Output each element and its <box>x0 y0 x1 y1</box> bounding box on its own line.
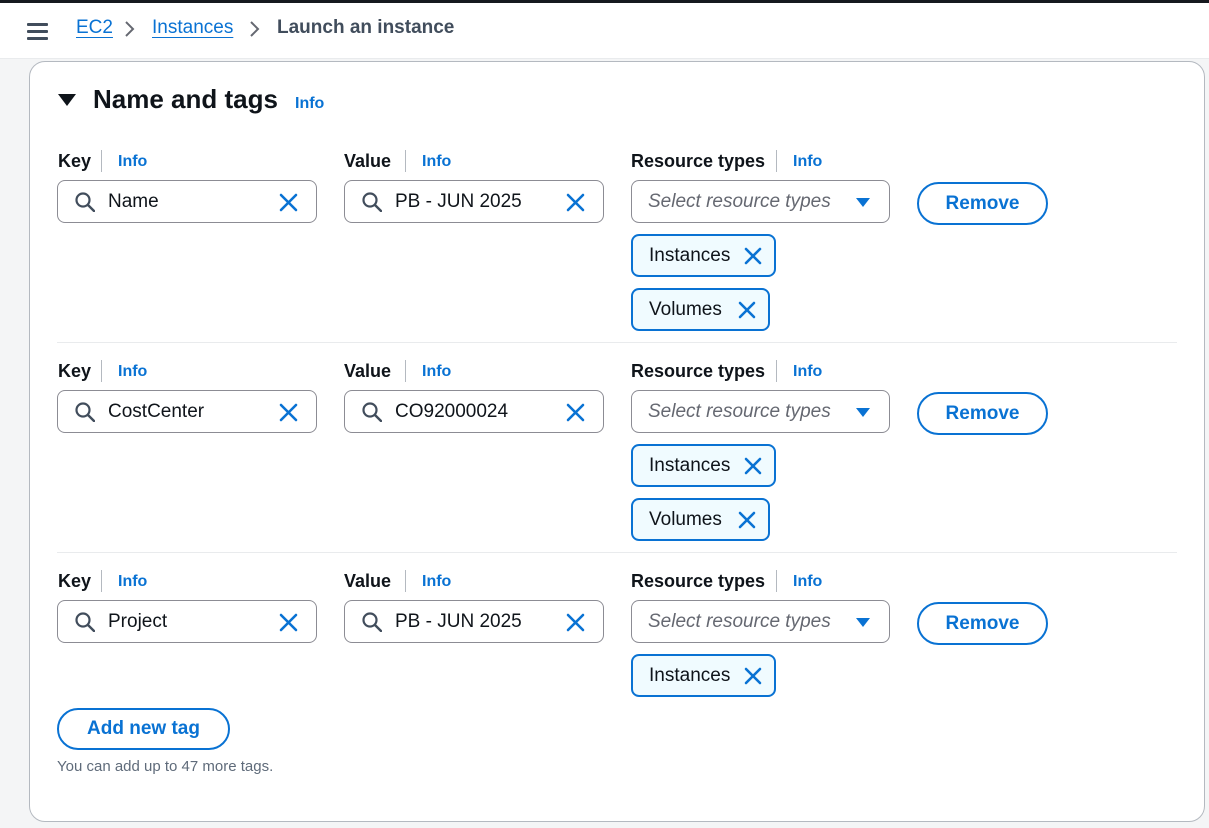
value-input[interactable]: PB - JUN 2025 <box>344 180 604 223</box>
search-icon <box>362 402 382 422</box>
value-input-value: PB - JUN 2025 <box>395 611 522 632</box>
caret-down-icon <box>856 198 870 207</box>
hamburger-menu-icon[interactable] <box>27 23 48 40</box>
key-info-link[interactable]: Info <box>118 573 147 591</box>
token-label: Instances <box>649 245 731 266</box>
key-input[interactable]: CostCenter <box>57 390 317 433</box>
resource-type-token: Instances <box>631 444 776 487</box>
value-label: Value <box>344 571 392 591</box>
label-divider <box>101 570 102 592</box>
value-input[interactable]: CO92000024 <box>344 390 604 433</box>
key-info-link[interactable]: Info <box>118 153 147 171</box>
close-icon[interactable] <box>565 402 586 423</box>
remove-tag-button[interactable]: Remove <box>917 182 1048 225</box>
token-label: Instances <box>649 455 731 476</box>
search-icon <box>362 192 382 212</box>
resource-types-label: Resource types <box>631 571 766 591</box>
close-icon[interactable] <box>565 192 586 213</box>
token-label: Volumes <box>649 299 722 320</box>
search-icon <box>75 192 95 212</box>
search-icon <box>75 612 95 632</box>
select-placeholder: Select resource types <box>648 191 831 212</box>
caret-down-icon <box>856 618 870 627</box>
section-info-link[interactable]: Info <box>295 95 324 113</box>
key-input-value: Name <box>108 191 159 212</box>
close-icon[interactable] <box>565 612 586 633</box>
label-divider <box>101 150 102 172</box>
chevron-right-icon <box>250 21 260 37</box>
remove-tag-button[interactable]: Remove <box>917 392 1048 435</box>
resource-type-token: Volumes <box>631 288 770 331</box>
breadcrumb-current: Launch an instance <box>277 17 455 38</box>
close-icon[interactable] <box>278 192 299 213</box>
select-placeholder: Select resource types <box>648 401 831 422</box>
resource-type-token: Volumes <box>631 498 770 541</box>
label-divider <box>101 360 102 382</box>
label-divider <box>776 150 777 172</box>
caret-down-icon[interactable] <box>57 93 77 107</box>
key-input[interactable]: Project <box>57 600 317 643</box>
select-placeholder: Select resource types <box>648 611 831 632</box>
label-divider <box>405 570 406 592</box>
close-icon[interactable] <box>737 510 757 530</box>
breadcrumb-instances-link[interactable]: Instances <box>152 17 233 39</box>
close-icon[interactable] <box>737 300 757 320</box>
row-divider <box>57 552 1177 553</box>
value-input[interactable]: PB - JUN 2025 <box>344 600 604 643</box>
key-label: Key <box>58 151 92 171</box>
token-label: Volumes <box>649 509 722 530</box>
value-label: Value <box>344 151 392 171</box>
resource-type-token: Instances <box>631 234 776 277</box>
key-input-value: CostCenter <box>108 401 205 422</box>
value-input-value: CO92000024 <box>395 401 509 422</box>
add-new-tag-button[interactable]: Add new tag <box>57 708 230 750</box>
row-divider <box>57 342 1177 343</box>
close-icon[interactable] <box>278 612 299 633</box>
search-icon <box>75 402 95 422</box>
close-icon[interactable] <box>278 402 299 423</box>
label-divider <box>405 150 406 172</box>
resource-types-select[interactable]: Select resource types <box>631 180 890 223</box>
resource-types-info-link[interactable]: Info <box>793 573 822 591</box>
key-input[interactable]: Name <box>57 180 317 223</box>
value-input-value: PB - JUN 2025 <box>395 191 522 212</box>
resource-types-info-link[interactable]: Info <box>793 363 822 381</box>
close-icon[interactable] <box>743 456 763 476</box>
close-icon[interactable] <box>743 246 763 266</box>
value-info-link[interactable]: Info <box>422 573 451 591</box>
resource-type-token: Instances <box>631 654 776 697</box>
resource-types-label: Resource types <box>631 151 766 171</box>
label-divider <box>776 570 777 592</box>
resource-types-select[interactable]: Select resource types <box>631 390 890 433</box>
resource-types-label: Resource types <box>631 361 766 381</box>
remove-tag-button[interactable]: Remove <box>917 602 1048 645</box>
value-info-link[interactable]: Info <box>422 363 451 381</box>
resource-types-select[interactable]: Select resource types <box>631 600 890 643</box>
close-icon[interactable] <box>743 666 763 686</box>
search-icon <box>362 612 382 632</box>
value-label: Value <box>344 361 392 381</box>
key-info-link[interactable]: Info <box>118 363 147 381</box>
key-input-value: Project <box>108 611 168 632</box>
resource-types-info-link[interactable]: Info <box>793 153 822 171</box>
label-divider <box>405 360 406 382</box>
caret-down-icon <box>856 408 870 417</box>
tags-remaining-hint: You can add up to 47 more tags. <box>57 758 274 775</box>
value-info-link[interactable]: Info <box>422 153 451 171</box>
key-label: Key <box>58 571 92 591</box>
token-label: Instances <box>649 665 731 686</box>
section-title: Name and tags <box>93 84 278 114</box>
breadcrumb-ec2-link[interactable]: EC2 <box>76 17 113 39</box>
chevron-right-icon <box>125 21 135 37</box>
label-divider <box>776 360 777 382</box>
key-label: Key <box>58 361 92 381</box>
